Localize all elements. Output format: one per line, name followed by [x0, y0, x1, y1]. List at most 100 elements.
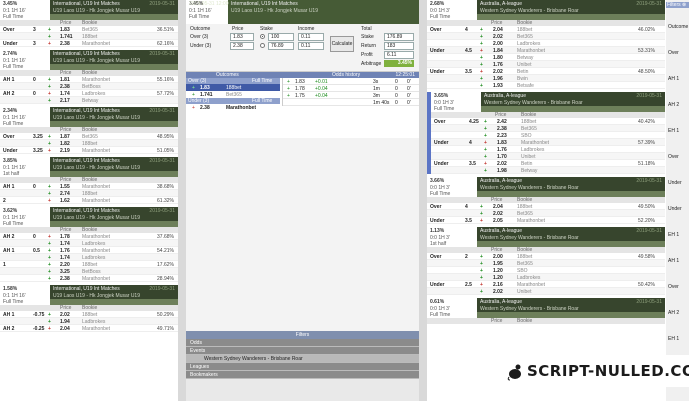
filter-item[interactable]: Odds: [186, 339, 419, 347]
odds-row[interactable]: Over 4.25 +2.42 188bet 40.42%: [431, 118, 665, 125]
odds-row[interactable]: +1.95 Bet365: [427, 260, 665, 267]
odds-row[interactable]: +1.76 Unibet: [427, 61, 665, 68]
arb-card[interactable]: 3.65% 0:0 1H 3' Full Time Australia, A-leag…: [427, 92, 665, 174]
odds-row[interactable]: Under 4 +1.83 Marathonbet 57.39%: [431, 139, 665, 146]
odds-row[interactable]: Under 3.25 +2.19 Marathonbet 51.05%: [0, 147, 178, 154]
odds-row[interactable]: +1.96 Bwin: [427, 75, 665, 82]
odds-row[interactable]: +1.98 Betway: [431, 167, 665, 174]
calc-under-stake[interactable]: 76.89: [268, 42, 294, 50]
price-value: 2.19: [60, 148, 70, 154]
calc-total-stake: 176.89: [384, 33, 414, 41]
arb-card[interactable]: 2.34% 0:1 1H 16' Full Time International, U…: [0, 107, 178, 154]
calc-over-price[interactable]: 1.83: [230, 33, 254, 41]
filter-item[interactable]: Western Sydney Wanderers - Brisbane Roar: [186, 355, 419, 363]
odds-row[interactable]: +1.20 SBO: [427, 267, 665, 274]
odds-row[interactable]: +2.38 Bet365: [431, 125, 665, 132]
odds-row[interactable]: +1.74 Ladbrokes: [0, 240, 178, 247]
odds-row[interactable]: Over 3.25 +1.87 Bet365 48.95%: [0, 133, 178, 140]
odds-row[interactable]: AH 1 -0.75 +2.02 188bet 50.29%: [0, 311, 178, 318]
filter-item[interactable]: Leagues: [186, 363, 419, 371]
odds-row[interactable]: Under 2.5 +2.16 Marathonbet 50.42%: [427, 281, 665, 288]
competition-name: International, U19 Int Matches: [53, 51, 120, 57]
odds-row[interactable]: Over 2 +2.00 188bet 49.58%: [427, 253, 665, 260]
odds-row[interactable]: +2.17 Betway: [0, 97, 178, 104]
arb-card[interactable]: 3.45% 0:1 1H 16' Full Time International, U…: [0, 0, 178, 47]
calc-outcome-label: Outcome: [190, 26, 211, 32]
odds-row[interactable]: +1.20 Ladbrokes: [427, 274, 665, 281]
price-value: 2.02: [493, 289, 503, 295]
odds-row[interactable]: +1.82 188bet: [0, 140, 178, 147]
odds-row[interactable]: AH 1 0 +1.81 Marathonbet 55.16%: [0, 76, 178, 83]
odds-row[interactable]: Over 3 +1.83 Bet365 36.51%: [0, 26, 178, 33]
odds-row[interactable]: +1.74 Ladbrokes: [0, 254, 178, 261]
odds-row[interactable]: 1 +2.20 188bet 17.62%: [0, 261, 178, 268]
odds-row[interactable]: +1.94 Ladbrokes: [0, 318, 178, 325]
arb-card[interactable]: 2.68% 0:0 1H 3' Full Time Australia, A-leag…: [427, 0, 665, 89]
calculate-button[interactable]: Calculate: [330, 36, 354, 52]
odds-row[interactable]: Under 3.5 +2.02 Betin 48.50%: [427, 68, 665, 75]
bookie-name: Marathonbet: [82, 41, 111, 47]
odds-row[interactable]: AH 2 0 +1.74 Ladbrokes 57.72%: [0, 90, 178, 97]
odds-row[interactable]: AH 1 0.5 +1.76 Marathonbet 54.21%: [0, 247, 178, 254]
stake-percent: 28.94%: [157, 276, 174, 282]
arb-card[interactable]: 1.13% 0:0 1H 3' 1st half Australia, A-leagu…: [427, 227, 665, 295]
odds-row[interactable]: +1.70 Unibet: [431, 153, 665, 160]
arb-card[interactable]: 3.85% 0:1 1H 16' 1st half International, U1…: [0, 157, 178, 204]
direction-icon: +: [480, 218, 483, 224]
odds-row[interactable]: +3.25 BetBoss: [0, 268, 178, 275]
odds-row[interactable]: +2.38 Marathonbet 28.94%: [0, 275, 178, 282]
arb-card-header: 2.34% 0:1 1H 16' Full Time International, U…: [0, 107, 178, 127]
outcome-row[interactable]: + 1.741 Bet365: [186, 91, 280, 98]
far-market-label: Outcome: [668, 24, 689, 30]
arb-card[interactable]: 1.58% 0:1 1H 16' Full Time International, U…: [0, 285, 178, 332]
arb-card-header: 3.66% 0:0 1H 3' Full Time Australia, A-leag…: [427, 177, 665, 197]
arb-card[interactable]: 0.61% 0:0 1H 3' Full Time Australia, A-leag…: [427, 298, 665, 324]
odds-row[interactable]: +2.02 Bet365: [427, 33, 665, 40]
market-label: Under: [3, 148, 18, 154]
far-filters-tab[interactable]: Filters ⊗: [666, 2, 689, 8]
filter-item[interactable]: Events: [186, 347, 419, 355]
odds-row[interactable]: +1.76 Ladbrokes: [431, 146, 665, 153]
odds-row[interactable]: 2 +1.62 Marathonbet 61.32%: [0, 197, 178, 204]
arb-percent: 1.13%: [430, 228, 445, 234]
panel-splitter[interactable]: [419, 0, 427, 401]
arb-detail-panel: 3.45% 0:1 1H 16' Full Time International…: [186, 0, 419, 401]
arb-card[interactable]: 3.62% 0:1 1H 16' Full Time International, U…: [0, 207, 178, 282]
arb-card[interactable]: 3.66% 0:0 1H 3' Full Time Australia, A-leag…: [427, 177, 665, 224]
odds-row[interactable]: +1.741 188bet: [0, 33, 178, 40]
market-label: Under: [3, 41, 18, 47]
calc-over-stake[interactable]: 100: [268, 33, 294, 41]
odds-row[interactable]: Under 3.5 +2.05 Marathonbet 52.20%: [427, 217, 665, 224]
odds-row[interactable]: +2.74 188bet: [0, 190, 178, 197]
outcome-row[interactable]: + 1.83 188bet: [186, 84, 280, 91]
odds-row[interactable]: +2.23 SBO: [431, 132, 665, 139]
competition-name: Australia, A-league: [480, 178, 522, 184]
odds-row[interactable]: Under 3.5 +2.02 Betin 51.18%: [431, 160, 665, 167]
odds-row[interactable]: Under 4.5 +1.84 Marathonbet 53.31%: [427, 47, 665, 54]
odds-row[interactable]: +2.00 Ladbrokes: [427, 40, 665, 47]
odds-row[interactable]: Over 4 +2.04 188bet 49.50%: [427, 203, 665, 210]
odds-row[interactable]: AH 2 0 +1.78 Marathonbet 37.68%: [0, 233, 178, 240]
far-market-label: Over: [668, 284, 679, 290]
panel-splitter[interactable]: [178, 0, 186, 401]
calc-over-fix-radio[interactable]: [260, 34, 265, 39]
arb-card[interactable]: 2.74% 0:1 1H 16' Full Time International, U…: [0, 50, 178, 104]
calc-profit: 6.11: [384, 51, 414, 59]
odds-row[interactable]: +2.02 Unibet: [427, 288, 665, 295]
direction-icon: +: [480, 289, 483, 295]
odds-row[interactable]: +2.02 Bet365: [427, 210, 665, 217]
arb-percent: 1.58%: [3, 286, 18, 292]
filter-item[interactable]: Bookmakers: [186, 371, 419, 379]
outcome-row[interactable]: + 2.38 Marathonbet: [186, 104, 280, 111]
odds-row[interactable]: Under 3 +2.38 Marathonbet 62.16%: [0, 40, 178, 47]
odds-row[interactable]: +2.38 BetBoss: [0, 83, 178, 90]
odds-row[interactable]: Over 4 +2.04 188bet 46.02%: [427, 26, 665, 33]
odds-row[interactable]: +1.80 Betway: [427, 54, 665, 61]
bookie-name: Unibet: [517, 289, 532, 295]
calc-under-price[interactable]: 2.38: [230, 42, 254, 50]
odds-row[interactable]: AH 2 -0.25 +2.04 Marathonbet 49.71%: [0, 325, 178, 332]
calc-under-fix-radio[interactable]: [260, 43, 265, 48]
far-market-label: Under: [668, 180, 682, 186]
odds-row[interactable]: AH 1 0 +1.55 Marathonbet 38.68%: [0, 183, 178, 190]
odds-row[interactable]: +1.93 Betsafe: [427, 82, 665, 89]
